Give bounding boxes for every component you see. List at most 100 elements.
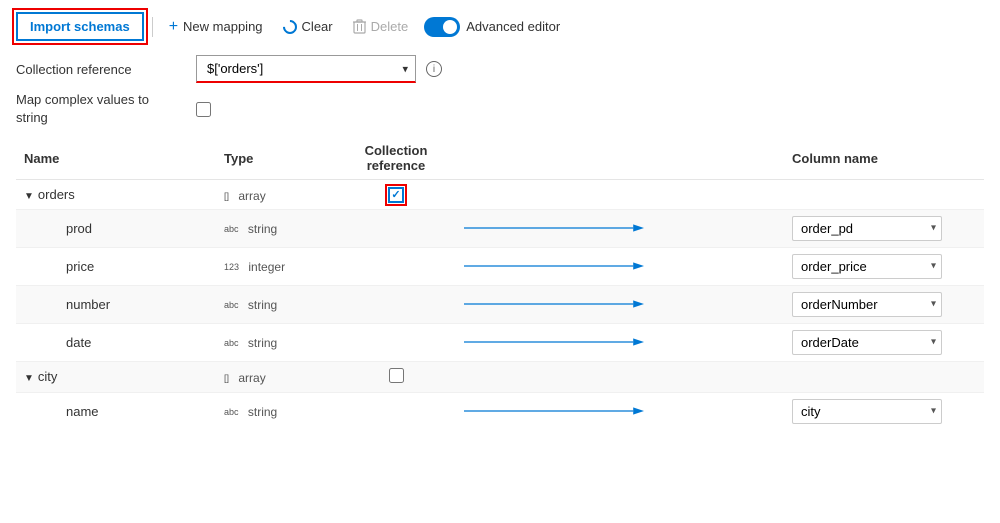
header-collection-reference: Collectionreference	[336, 137, 456, 180]
mapping-arrow	[464, 296, 644, 312]
mapping-arrow	[464, 220, 644, 236]
table-row: number abc string orderNumber ▾	[16, 285, 984, 323]
info-icon[interactable]: i	[426, 61, 442, 77]
column-name-select-wrap: order_pd ▾	[792, 216, 942, 241]
advanced-editor-toggle[interactable]	[424, 17, 460, 37]
new-mapping-button[interactable]: + New mapping	[161, 13, 271, 41]
table-row: prod abc string order_pd ▾	[16, 209, 984, 247]
type-badge: 123 integer	[224, 260, 285, 274]
mapping-arrow	[464, 334, 644, 350]
type-label: string	[248, 222, 277, 236]
type-label: array	[238, 371, 265, 385]
cell-arrow	[456, 180, 784, 210]
collection-ref-select-wrap: $['orders'] ▾ i	[196, 55, 442, 83]
mapping-arrow	[464, 258, 644, 274]
table-row: date abc string orderDate ▾	[16, 323, 984, 361]
row-name-text: name	[66, 404, 99, 419]
type-label: string	[248, 405, 277, 419]
type-prefix: abc	[224, 224, 239, 234]
collection-ref-checkbox-checked[interactable]: ✓	[388, 187, 404, 203]
cell-arrow	[456, 247, 784, 285]
cell-column-name: city ▾	[784, 392, 984, 430]
map-complex-label: Map complex values tostring	[16, 91, 196, 127]
column-name-select-wrap: order_price ▾	[792, 254, 942, 279]
cell-collection-ref: ✓	[336, 180, 456, 210]
cell-arrow	[456, 209, 784, 247]
mapping-table: Name Type Collectionreference Column nam…	[16, 137, 984, 430]
type-prefix: abc	[224, 407, 239, 417]
map-complex-row: Map complex values tostring	[16, 91, 984, 127]
map-complex-checkbox[interactable]	[196, 102, 211, 117]
trash-icon	[353, 19, 366, 34]
header-name: Name	[16, 137, 216, 180]
cell-arrow	[456, 323, 784, 361]
cell-type: abc string	[216, 209, 336, 247]
type-badge: [] array	[224, 189, 266, 203]
cell-arrow	[456, 392, 784, 430]
cell-collection-ref	[336, 285, 456, 323]
type-label: integer	[248, 260, 285, 274]
collection-ref-select[interactable]: $['orders']	[196, 55, 416, 83]
type-prefix: abc	[224, 338, 239, 348]
row-name-text: prod	[66, 221, 92, 236]
type-badge: abc string	[224, 222, 277, 236]
row-name-text: city	[38, 369, 58, 384]
cell-column-name: orderDate ▾	[784, 323, 984, 361]
arrow-line	[464, 334, 776, 350]
table-row: ▼ city [] array	[16, 361, 984, 392]
collection-ref-checkbox[interactable]	[389, 368, 404, 383]
cell-collection-ref	[336, 392, 456, 430]
row-name-text: date	[66, 335, 91, 350]
expand-arrow-icon[interactable]: ▼	[24, 191, 34, 202]
import-schemas-button[interactable]: Import schemas	[16, 12, 144, 41]
column-name-select[interactable]: city	[792, 399, 942, 424]
refresh-icon	[280, 17, 300, 37]
cell-column-name	[784, 180, 984, 210]
cell-arrow	[456, 285, 784, 323]
delete-button[interactable]: Delete	[345, 14, 417, 39]
checkmark-icon: ✓	[391, 188, 400, 201]
arrow-line	[464, 258, 776, 274]
cell-type: [] array	[216, 361, 336, 392]
row-name-text: price	[66, 259, 94, 274]
type-label: array	[238, 189, 265, 203]
column-name-select[interactable]: orderNumber	[792, 292, 942, 317]
column-name-select[interactable]: order_price	[792, 254, 942, 279]
advanced-editor-label: Advanced editor	[466, 19, 560, 34]
clear-button[interactable]: Clear	[275, 14, 341, 39]
type-prefix: 123	[224, 262, 239, 272]
cell-type: [] array	[216, 180, 336, 210]
table-header: Name Type Collectionreference Column nam…	[16, 137, 984, 180]
cell-name: price	[16, 247, 216, 285]
collection-ref-label: Collection reference	[16, 62, 196, 77]
advanced-editor-toggle-wrap: Advanced editor	[424, 17, 560, 37]
cell-arrow	[456, 361, 784, 392]
type-prefix: []	[224, 191, 229, 201]
type-prefix: abc	[224, 300, 239, 310]
clear-label: Clear	[302, 19, 333, 34]
table-row: name abc string city ▾	[16, 392, 984, 430]
type-badge: [] array	[224, 371, 266, 385]
type-badge: abc string	[224, 298, 277, 312]
type-badge: abc string	[224, 336, 277, 350]
toolbar-separator	[152, 17, 153, 37]
cell-column-name	[784, 361, 984, 392]
row-name-text: orders	[38, 187, 75, 202]
header-arrow	[456, 137, 784, 180]
column-name-select[interactable]: order_pd	[792, 216, 942, 241]
cell-collection-ref	[336, 323, 456, 361]
header-column-name: Column name	[784, 137, 984, 180]
expand-arrow-icon[interactable]: ▼	[24, 373, 34, 384]
map-complex-checkbox-wrap	[196, 102, 211, 117]
column-name-select-wrap: orderNumber ▾	[792, 292, 942, 317]
column-name-select[interactable]: orderDate	[792, 330, 942, 355]
cell-name: prod	[16, 209, 216, 247]
column-name-select-wrap: orderDate ▾	[792, 330, 942, 355]
cell-column-name: orderNumber ▾	[784, 285, 984, 323]
toolbar: Import schemas + New mapping Clear Delet…	[16, 12, 984, 41]
cell-name: date	[16, 323, 216, 361]
row-name-text: number	[66, 297, 110, 312]
plus-icon: +	[169, 18, 178, 36]
header-row: Name Type Collectionreference Column nam…	[16, 137, 984, 180]
cell-name: ▼ orders	[16, 180, 216, 210]
